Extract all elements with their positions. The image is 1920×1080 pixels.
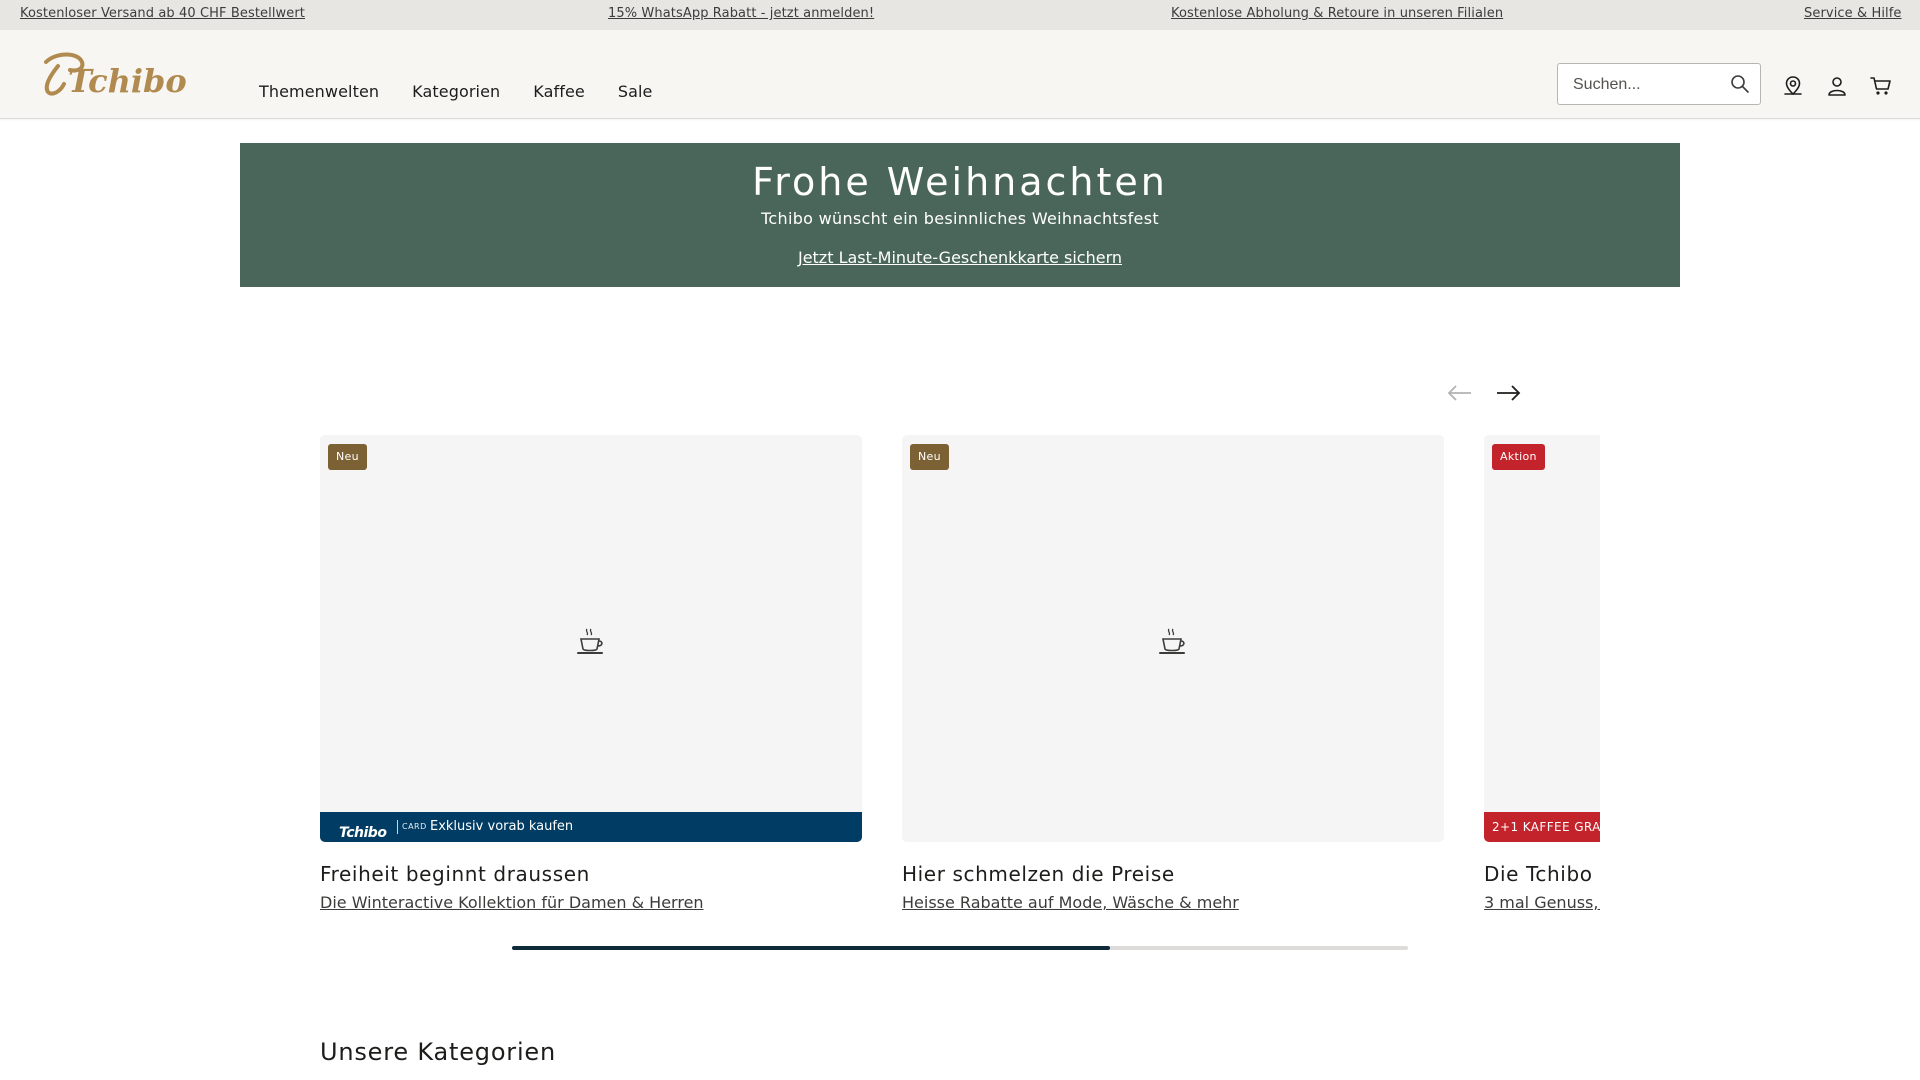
coffee-cup-icon	[1159, 628, 1185, 654]
card-promo-strip: 2+1 KAFFEE GRAT	[1484, 812, 1600, 842]
promo-free-shipping-link[interactable]: Kostenloser Versand ab 40 CHF Bestellwer…	[20, 6, 305, 21]
badge-new: Neu	[328, 444, 367, 470]
coffee-cup-icon	[577, 628, 603, 654]
card-title: Die Tchibo K	[1484, 862, 1600, 886]
strip-card-label: CARD	[402, 822, 427, 831]
banner-title: Frohe Weihnachten	[752, 160, 1168, 204]
carousel-card[interactable]: Aktion 2+1 KAFFEE GRAT Die Tchibo K 3 ma…	[1484, 435, 1600, 912]
carousel-progress-track[interactable]	[512, 946, 1408, 950]
badge-new: Neu	[910, 444, 949, 470]
card-image[interactable]: Neu	[902, 435, 1444, 842]
gift-card-link[interactable]: Jetzt Last-Minute-Geschenkkarte sichern	[240, 248, 1680, 267]
carousel-card[interactable]: Neu Tchibo CARD Exklusiv vorab kaufen Fr…	[320, 435, 862, 912]
search-input[interactable]	[1573, 75, 1723, 95]
nav-sale[interactable]: Sale	[618, 82, 653, 101]
strip-tchibo-logo: Tchibo	[339, 825, 387, 841]
categories-section-title: Unsere Kategorien	[320, 1038, 557, 1066]
store-locator-icon[interactable]	[1781, 74, 1805, 98]
site-header: Tchibo Themenwelten Kategorien Kaffee Sa…	[0, 30, 1920, 119]
nav-themenwelten[interactable]: Themenwelten	[259, 82, 379, 101]
carousel-progress-fill	[512, 946, 1110, 950]
card-title: Hier schmelzen die Preise	[902, 862, 1175, 886]
carousel-next-arrow-icon[interactable]	[1493, 381, 1523, 405]
card-link[interactable]: Heisse Rabatte auf Mode, Wäsche & mehr	[902, 893, 1444, 912]
banner-subtitle: Tchibo wünscht ein besinnliches Weihnach…	[761, 209, 1159, 228]
christmas-banner: Frohe Weihnachten Tchibo wünscht ein bes…	[240, 143, 1680, 287]
promo-whatsapp-link[interactable]: 15% WhatsApp Rabatt - jetzt anmelden!	[608, 6, 874, 21]
service-help-link[interactable]: Service & Hilfe	[1804, 6, 1902, 21]
strip-text: Exklusiv vorab kaufen	[430, 819, 574, 834]
main-nav: Themenwelten Kategorien Kaffee Sale	[259, 82, 686, 101]
promo-bar: Kostenloser Versand ab 40 CHF Bestellwer…	[0, 0, 1920, 30]
tchibo-logo[interactable]: Tchibo	[38, 48, 208, 100]
teaser-carousel: Neu Tchibo CARD Exklusiv vorab kaufen Fr…	[320, 435, 1600, 915]
card-title: Freiheit beginnt draussen	[320, 862, 590, 886]
card-image[interactable]: Aktion 2+1 KAFFEE GRAT	[1484, 435, 1600, 842]
carousel-card[interactable]: Neu Hier schmelzen die Preise Heisse Rab…	[902, 435, 1444, 912]
cart-icon[interactable]	[1869, 74, 1893, 98]
search-box	[1557, 63, 1761, 105]
card-link[interactable]: Die Winteractive Kollektion für Damen & …	[320, 893, 862, 912]
badge-aktion: Aktion	[1492, 444, 1545, 470]
account-icon[interactable]	[1825, 74, 1849, 98]
card-exclusive-strip: Tchibo CARD Exklusiv vorab kaufen	[320, 812, 862, 842]
nav-kategorien[interactable]: Kategorien	[412, 82, 500, 101]
strip-divider	[397, 820, 398, 834]
search-icon[interactable]	[1730, 74, 1750, 94]
nav-kaffee[interactable]: Kaffee	[533, 82, 585, 101]
carousel-prev-arrow-icon[interactable]	[1445, 381, 1475, 405]
card-image[interactable]: Neu Tchibo CARD Exklusiv vorab kaufen	[320, 435, 862, 842]
strip-text: 2+1 KAFFEE GRAT	[1492, 820, 1600, 834]
card-link[interactable]: 3 mal Genuss, 2	[1484, 893, 1600, 912]
promo-pickup-link[interactable]: Kostenlose Abholung & Retoure in unseren…	[1171, 6, 1503, 21]
logo-wordmark: Tchibo	[68, 62, 187, 100]
